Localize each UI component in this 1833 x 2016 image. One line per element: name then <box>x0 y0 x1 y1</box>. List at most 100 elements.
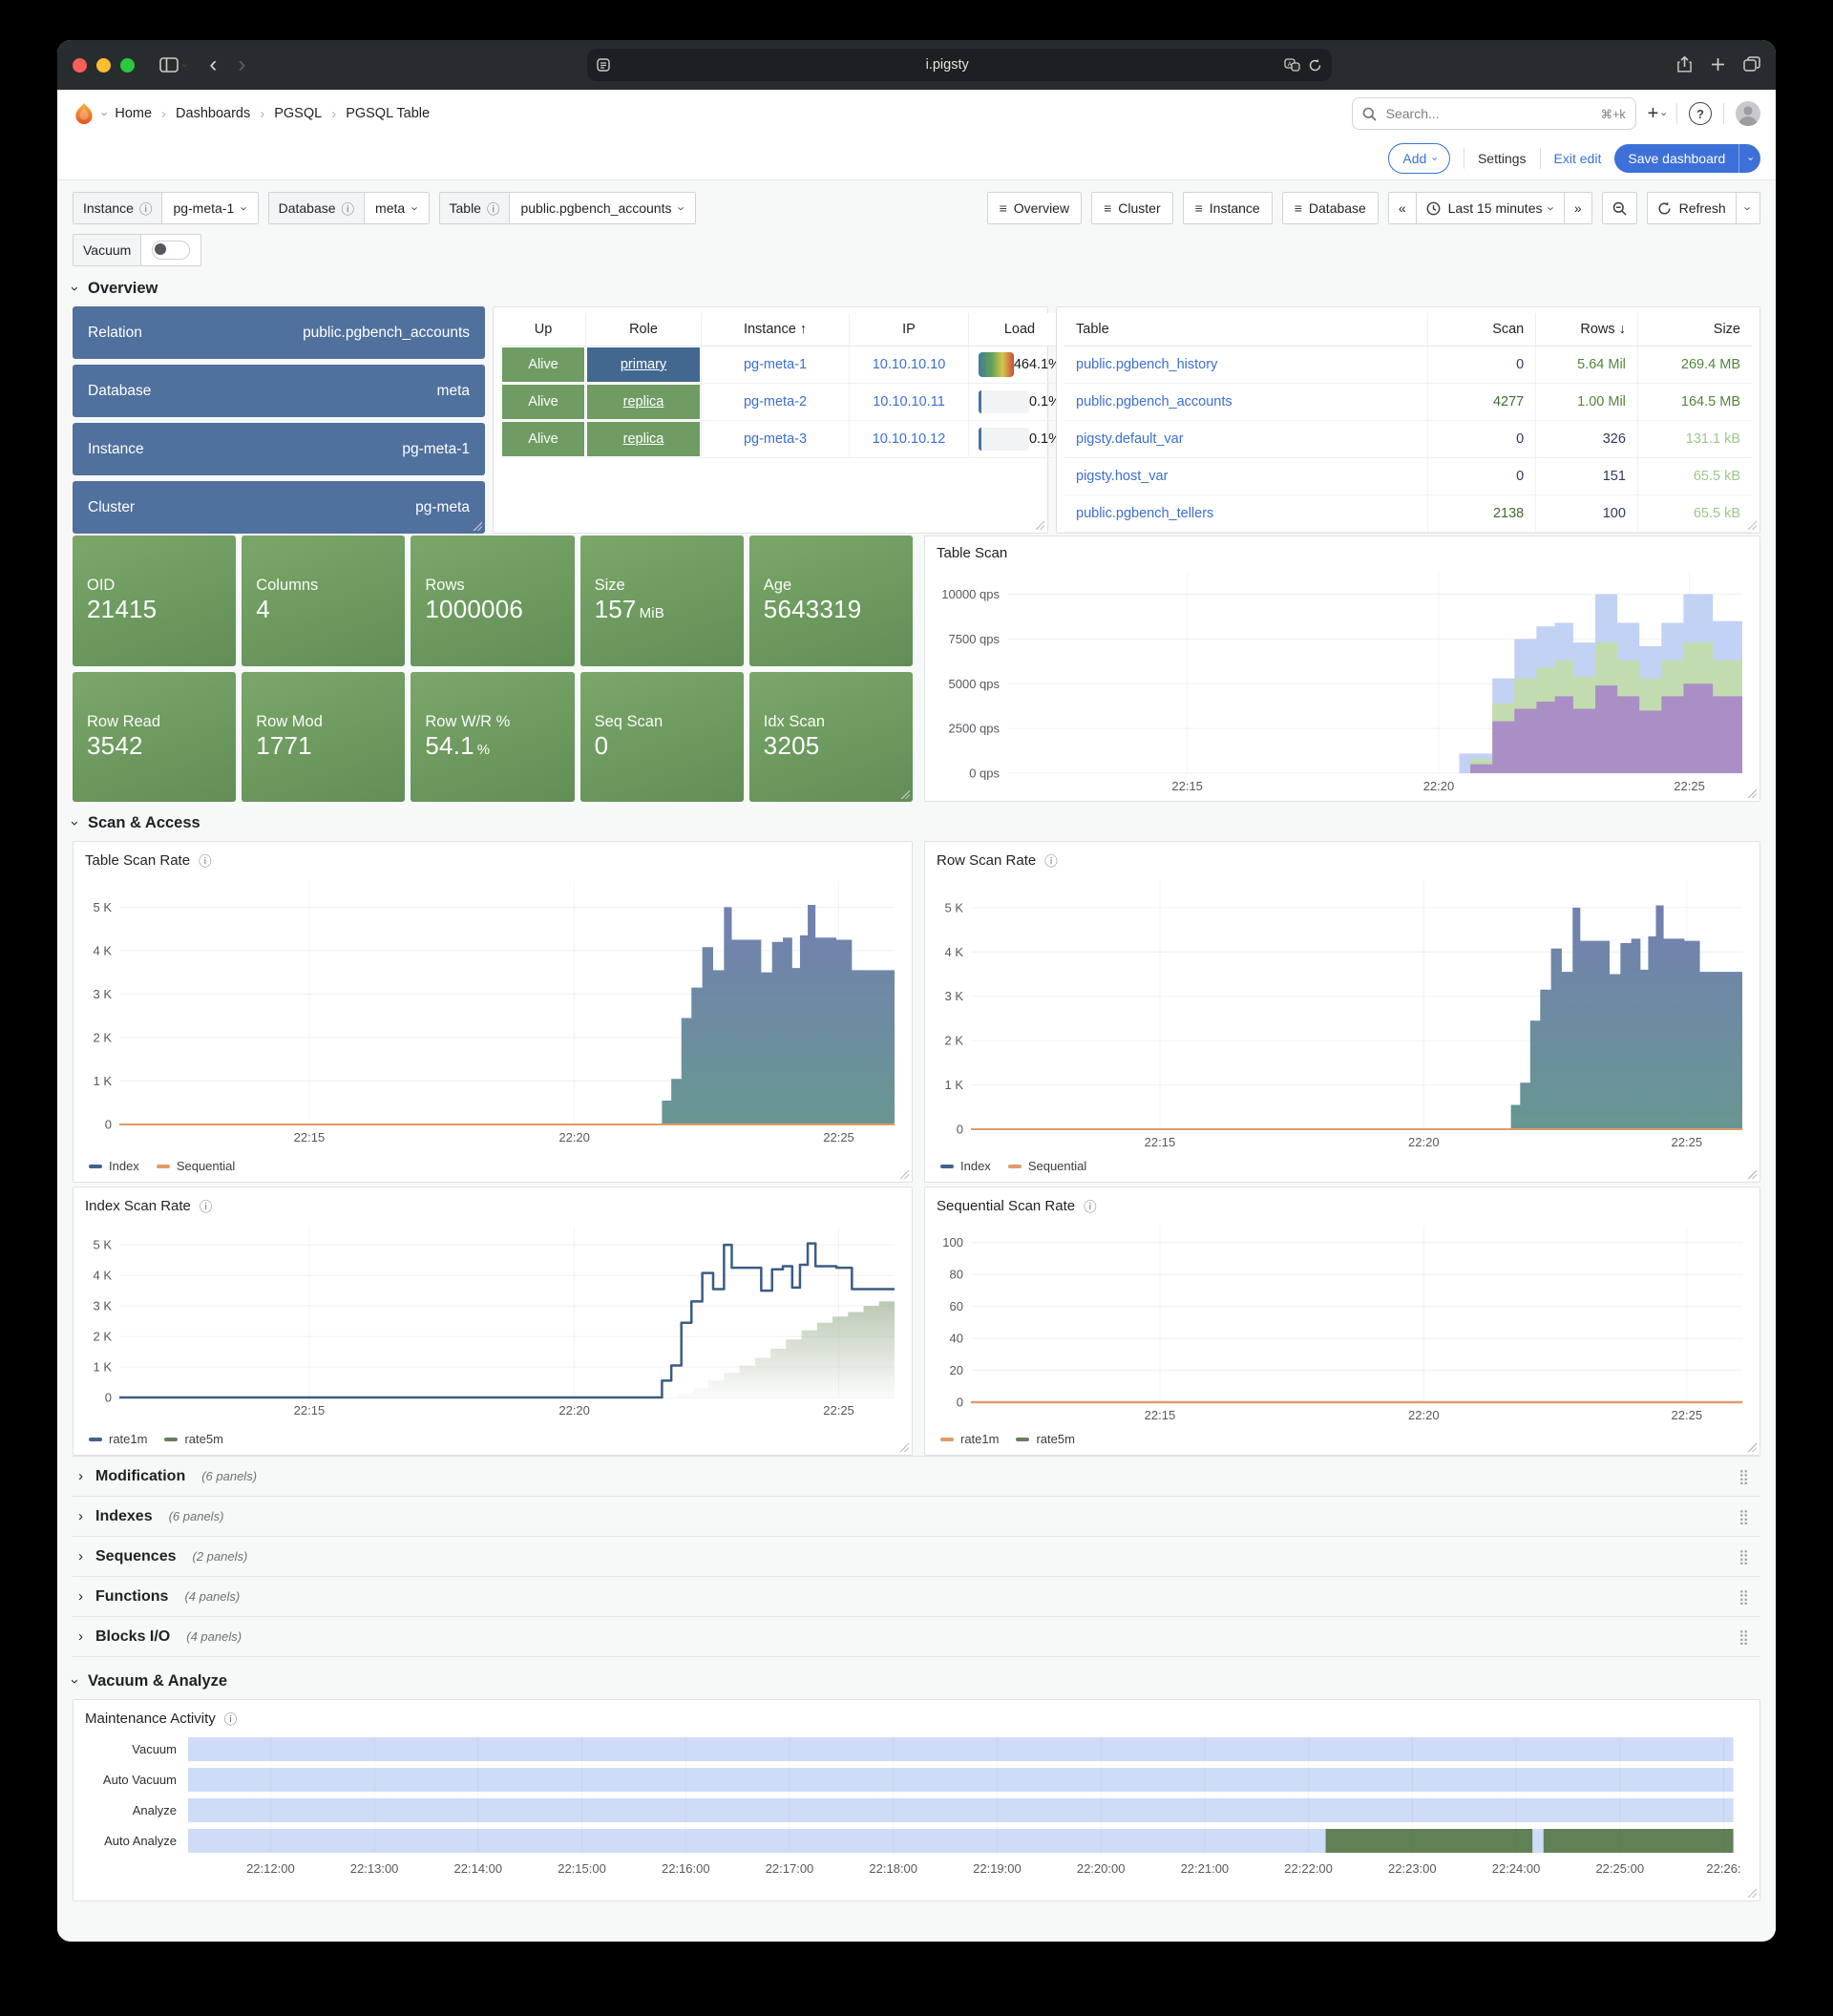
settings-button[interactable]: Settings <box>1478 151 1527 166</box>
new-tab-icon[interactable] <box>1710 56 1726 73</box>
save-dashboard-button[interactable]: Save dashboard <box>1614 144 1738 173</box>
role-link[interactable]: primary <box>621 357 666 372</box>
table-link[interactable]: public.pgbench_history <box>1076 357 1217 372</box>
drag-handle-icon[interactable]: ⣿ <box>1738 1628 1755 1646</box>
section-row-blocks-i-o[interactable]: ›Blocks I/O(4 panels)⣿ <box>73 1617 1760 1657</box>
drag-handle-icon[interactable]: ⣿ <box>1738 1468 1755 1485</box>
legend-item[interactable]: Sequential <box>157 1159 235 1173</box>
info-icon[interactable]: ⓘ <box>1084 1196 1097 1215</box>
breadcrumb-item[interactable]: PGSQL <box>274 106 322 121</box>
time-range-picker[interactable]: Last 15 minutes › <box>1417 193 1565 223</box>
resize-handle[interactable] <box>899 1169 909 1179</box>
reader-icon[interactable] <box>597 58 610 72</box>
ip-link[interactable]: 10.10.10.11 <box>873 394 945 410</box>
section-row-sequences[interactable]: ›Sequences(2 panels)⣿ <box>73 1537 1760 1577</box>
instance-link[interactable]: pg-meta-2 <box>744 394 807 410</box>
table-link[interactable]: public.pgbench_tellers <box>1076 506 1213 521</box>
column-header[interactable]: Size <box>1638 313 1752 346</box>
dashboard-link-cluster[interactable]: ≡Cluster <box>1091 192 1173 224</box>
share-icon[interactable] <box>1676 56 1693 74</box>
resize-handle[interactable] <box>473 521 482 531</box>
translate-icon[interactable]: A <box>1284 58 1300 72</box>
zoom-window-button[interactable] <box>120 58 135 73</box>
resize-handle[interactable] <box>1035 520 1044 530</box>
ip-link[interactable]: 10.10.10.10 <box>873 357 946 372</box>
resize-handle[interactable] <box>1747 1888 1757 1898</box>
section-header-scan-access[interactable]: › Scan & Access <box>73 805 1760 841</box>
drag-handle-icon[interactable]: ⣿ <box>1738 1548 1755 1565</box>
instance-link[interactable]: pg-meta-1 <box>744 357 807 372</box>
time-shift-back-button[interactable]: « <box>1389 193 1417 223</box>
section-row-functions[interactable]: ›Functions(4 panels)⣿ <box>73 1577 1760 1617</box>
time-zoom-out-button[interactable] <box>1603 193 1636 223</box>
info-icon[interactable]: ⓘ <box>139 199 153 218</box>
dashboard-link-overview[interactable]: ≡Overview <box>987 192 1083 224</box>
info-icon[interactable]: ⓘ <box>224 1709 238 1728</box>
resize-handle[interactable] <box>899 1442 909 1452</box>
section-row-indexes[interactable]: ›Indexes(6 panels)⣿ <box>73 1497 1760 1537</box>
time-shift-forward-button[interactable]: » <box>1565 193 1591 223</box>
section-header-vacuum-analyze[interactable]: › Vacuum & Analyze <box>73 1663 1760 1699</box>
search-box[interactable]: ⌘+k <box>1352 97 1636 130</box>
resize-handle[interactable] <box>900 789 910 799</box>
column-header[interactable]: IP <box>850 313 969 346</box>
legend-item[interactable]: Sequential <box>1008 1159 1086 1173</box>
address-bar[interactable]: i.pigsty A <box>587 49 1332 81</box>
save-options-button[interactable]: › <box>1738 144 1760 173</box>
column-header[interactable]: Scan <box>1428 313 1536 346</box>
breadcrumb-item[interactable]: Home <box>115 106 152 121</box>
column-header[interactable]: Up <box>501 313 586 346</box>
section-row-modification[interactable]: ›Modification(6 panels)⣿ <box>73 1457 1760 1497</box>
drag-handle-icon[interactable]: ⣿ <box>1738 1508 1755 1525</box>
reload-icon[interactable] <box>1308 58 1322 73</box>
legend-item[interactable]: Index <box>940 1159 991 1173</box>
sidebar-toggle-button[interactable]: › <box>152 53 195 76</box>
add-button[interactable]: Add› <box>1388 143 1450 174</box>
legend-item[interactable]: rate5m <box>164 1432 222 1446</box>
ip-link[interactable]: 10.10.10.12 <box>873 431 946 447</box>
column-header[interactable]: Rows ↓ <box>1536 313 1638 346</box>
resize-handle[interactable] <box>1747 1169 1757 1179</box>
new-button[interactable]: +› <box>1648 103 1665 125</box>
breadcrumb-item[interactable]: Dashboards <box>176 106 250 121</box>
tab-overview-icon[interactable] <box>1743 56 1760 72</box>
search-input[interactable] <box>1384 105 1593 122</box>
minimize-window-button[interactable] <box>96 58 111 73</box>
info-icon[interactable]: ⓘ <box>199 850 212 870</box>
legend-item[interactable]: rate1m <box>89 1432 147 1446</box>
org-switch-chevron-icon[interactable]: › <box>99 112 112 116</box>
refresh-interval-button[interactable]: › <box>1737 193 1759 223</box>
exit-edit-button[interactable]: Exit edit <box>1554 151 1602 166</box>
table-link[interactable]: public.pgbench_accounts <box>1076 394 1233 410</box>
resize-handle[interactable] <box>1747 1442 1757 1452</box>
info-icon[interactable]: ⓘ <box>200 1196 213 1215</box>
table-link[interactable]: pigsty.default_var <box>1076 431 1184 447</box>
legend-item[interactable]: rate1m <box>940 1432 999 1446</box>
variable-dropdown[interactable]: meta› <box>365 193 428 223</box>
drag-handle-icon[interactable]: ⣿ <box>1738 1588 1755 1606</box>
legend-item[interactable]: Index <box>89 1159 139 1173</box>
dashboard-link-instance[interactable]: ≡Instance <box>1183 192 1273 224</box>
back-button[interactable]: ‹ <box>202 53 223 76</box>
column-header[interactable]: Role <box>586 313 702 346</box>
column-header[interactable]: Table <box>1064 313 1428 346</box>
variable-dropdown[interactable]: public.pgbench_accounts› <box>510 193 694 223</box>
avatar[interactable] <box>1736 101 1760 126</box>
variable-dropdown[interactable]: pg-meta-1› <box>162 193 257 223</box>
forward-button[interactable]: › <box>231 53 252 76</box>
instance-link[interactable]: pg-meta-3 <box>744 431 807 447</box>
vacuum-toggle[interactable] <box>152 241 190 260</box>
breadcrumb-item[interactable]: PGSQL Table <box>346 106 430 121</box>
legend-item[interactable]: rate5m <box>1016 1432 1074 1446</box>
help-button[interactable]: ? <box>1689 102 1712 125</box>
grafana-logo[interactable] <box>73 102 95 125</box>
section-header-overview[interactable]: › Overview <box>73 270 1760 306</box>
table-link[interactable]: pigsty.host_var <box>1076 469 1168 484</box>
resize-handle[interactable] <box>1747 520 1757 530</box>
role-link[interactable]: replica <box>623 394 664 410</box>
column-header[interactable]: Instance ↑ <box>702 313 850 346</box>
role-link[interactable]: replica <box>623 431 664 447</box>
resize-handle[interactable] <box>1747 788 1757 798</box>
info-icon[interactable]: ⓘ <box>342 199 355 218</box>
refresh-button[interactable]: Refresh <box>1648 193 1737 223</box>
